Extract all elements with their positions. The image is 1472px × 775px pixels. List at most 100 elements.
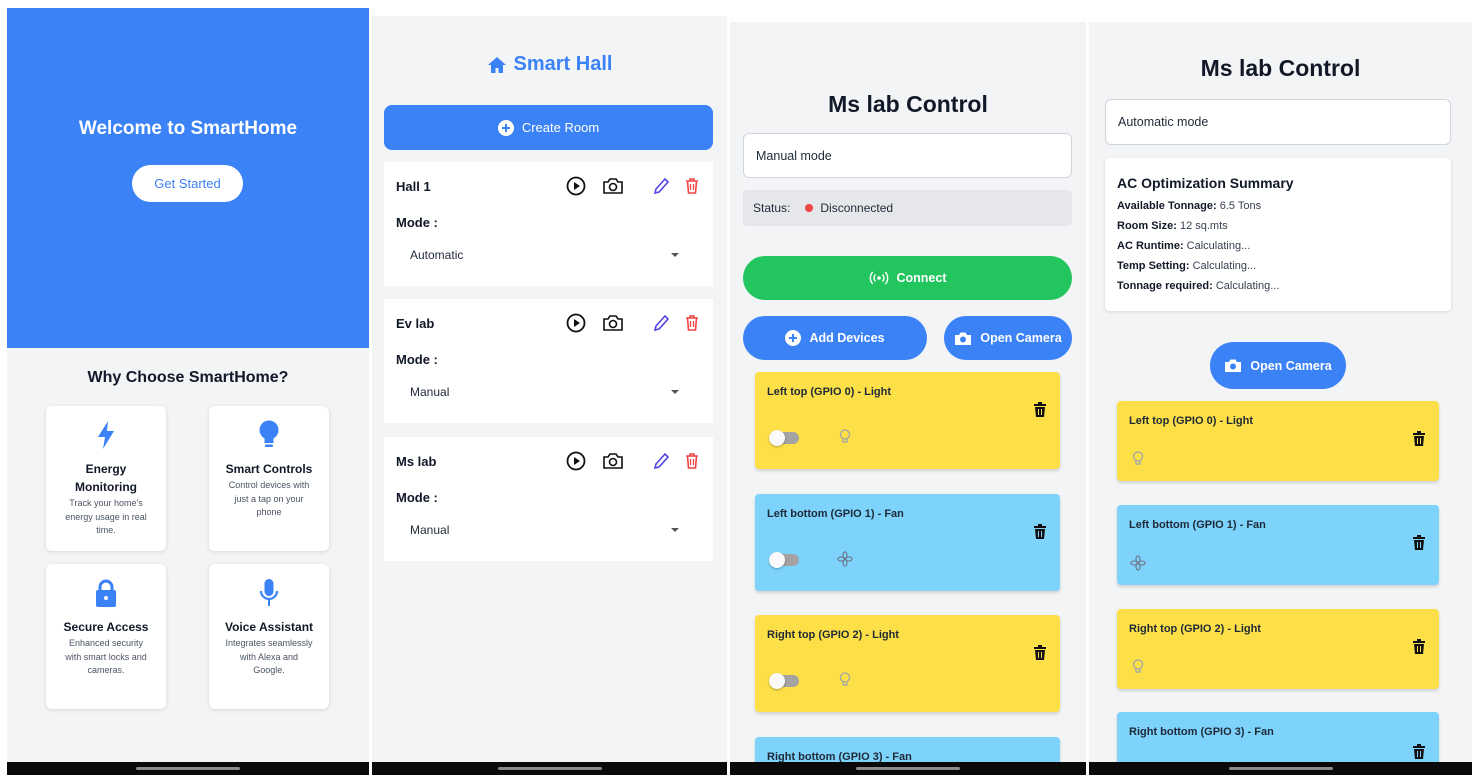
feature-title-line: Monitoring [75, 480, 137, 494]
summary-row-label: Temp Setting: [1117, 260, 1190, 272]
summary-row-value: Calculating... [1192, 260, 1257, 272]
device-name: Left top (GPIO 0) - Light [1129, 415, 1254, 427]
delete-icon[interactable] [684, 176, 700, 196]
feature-desc-line: Track your home's [69, 498, 143, 508]
room-card: Ev lab Mode : Manual [384, 299, 713, 423]
page-title: Smart Hall [372, 53, 727, 76]
lightbulb-icon [839, 429, 851, 445]
trash-icon[interactable] [1413, 744, 1425, 759]
lightbulb-icon [257, 420, 281, 450]
device-card-light: Right top (GPIO 2) - Light [1117, 609, 1439, 689]
feature-desc-line: phone [256, 507, 282, 517]
camera-icon[interactable] [602, 451, 624, 471]
power-toggle[interactable] [769, 430, 799, 446]
edit-icon[interactable] [652, 313, 670, 333]
feature-title-line: Energy [85, 462, 127, 476]
trash-icon[interactable] [1413, 535, 1425, 550]
summary-row-value: 12 sq.mts [1179, 220, 1228, 232]
room-name: Ms lab [396, 454, 437, 469]
lock-icon [94, 578, 118, 608]
page-title: Ms lab Control [828, 91, 988, 117]
delete-icon[interactable] [684, 451, 700, 471]
trash-icon[interactable] [1034, 524, 1046, 539]
summary-row-value: Calculating... [1186, 240, 1251, 252]
summary-row: Room Size: 12 sq.mts [1117, 220, 1228, 232]
hero-banner: Welcome to SmartHome Get Started [7, 8, 369, 348]
home-gesture-handle[interactable] [497, 767, 602, 770]
open-camera-label: Open Camera [1250, 358, 1332, 373]
play-icon[interactable] [566, 451, 586, 471]
power-toggle[interactable] [769, 552, 799, 568]
summary-row-label: Room Size: [1117, 220, 1177, 232]
feature-desc-line: with Alexa and [239, 651, 299, 662]
device-card-fan: Left bottom (GPIO 1) - Fan [755, 494, 1060, 591]
open-camera-button[interactable]: Open Camera [944, 316, 1072, 360]
summary-row-label: Tonnage required: [1117, 280, 1213, 292]
plus-circle-icon [497, 119, 514, 136]
add-devices-label: Add Devices [809, 331, 885, 345]
summary-row-value: Calculating... [1215, 280, 1280, 292]
mode-label: Mode : [396, 490, 438, 505]
mode-select[interactable]: Manual mode [743, 133, 1072, 178]
open-camera-button[interactable]: Open Camera [1210, 342, 1346, 389]
feature-desc-line: Enhanced security [68, 638, 144, 648]
home-gesture-handle[interactable] [136, 767, 240, 770]
page-title: Ms lab Control [1200, 55, 1361, 81]
trash-icon[interactable] [1413, 431, 1425, 446]
camera-icon [954, 331, 972, 346]
device-name: Right top (GPIO 2) - Light [767, 629, 899, 641]
mode-select[interactable]: Manual [396, 511, 701, 549]
feature-card-energy: Energy Monitoring Track your home's energy… [46, 406, 166, 551]
home-gesture-handle[interactable] [1228, 767, 1333, 770]
edit-icon[interactable] [652, 451, 670, 471]
automatic-control-screen: Ms lab Control Automatic mode AC Optimiz… [1089, 22, 1472, 775]
feature-desc-line: energy usage in real [65, 511, 147, 522]
delete-icon[interactable] [684, 313, 700, 333]
camera-icon[interactable] [602, 313, 624, 333]
summary-row-label: Available Tonnage: [1117, 200, 1217, 212]
feature-card-secure-access: Secure Access Enhanced security with smar… [46, 564, 166, 709]
system-navigation-bar [7, 762, 369, 775]
trash-icon[interactable] [1034, 645, 1046, 660]
system-navigation-bar [1089, 762, 1472, 775]
create-room-button[interactable]: Create Room [384, 105, 713, 150]
mode-select-value: Manual [410, 385, 450, 399]
microphone-icon [257, 578, 281, 608]
feature-desc-line: cameras. [87, 665, 125, 675]
lightbulb-icon [1132, 451, 1144, 467]
summary-row: AC Runtime: Calculating... [1117, 240, 1250, 252]
feature-title: Voice Assistant [224, 620, 314, 634]
feature-desc-line: Google. [253, 665, 285, 675]
trash-icon[interactable] [1034, 402, 1046, 417]
feature-title: Secure Access [63, 620, 149, 634]
lightning-icon [94, 420, 118, 450]
connect-button[interactable]: Connect [743, 256, 1072, 300]
mode-select[interactable]: Automatic [396, 236, 701, 274]
edit-icon[interactable] [652, 176, 670, 196]
status-label: Status: [753, 201, 791, 215]
summary-row-label: AC Runtime: [1117, 240, 1184, 252]
mode-select[interactable]: Manual [396, 373, 701, 411]
mode-select[interactable]: Automatic mode [1105, 99, 1451, 145]
device-name: Right top (GPIO 2) - Light [1129, 623, 1261, 635]
feature-card-smart-controls: Smart Controls Control devices with just … [209, 406, 329, 551]
home-gesture-handle[interactable] [856, 767, 960, 770]
mode-select-value: Manual [410, 523, 450, 537]
get-started-button[interactable]: Get Started [132, 165, 243, 202]
play-icon[interactable] [566, 176, 586, 196]
add-devices-button[interactable]: Add Devices [743, 316, 927, 360]
feature-title: Smart Controls [225, 462, 313, 476]
summary-row: Temp Setting: Calculating... [1117, 260, 1256, 272]
mode-label: Mode : [396, 215, 438, 230]
manual-control-screen: Ms lab Control Manual mode Status: Disco… [730, 22, 1086, 775]
trash-icon[interactable] [1413, 639, 1425, 654]
camera-icon[interactable] [602, 176, 624, 196]
why-choose-heading: Why Choose SmartHome? [87, 369, 289, 386]
feature-desc-line: Control devices with [228, 480, 310, 490]
home-icon [487, 56, 507, 74]
feature-card-voice-assistant: Voice Assistant Integrates seamlessly wit… [209, 564, 329, 709]
status-value: Disconnected [820, 201, 894, 215]
system-navigation-bar [372, 762, 727, 775]
power-toggle[interactable] [769, 673, 799, 689]
play-icon[interactable] [566, 313, 586, 333]
